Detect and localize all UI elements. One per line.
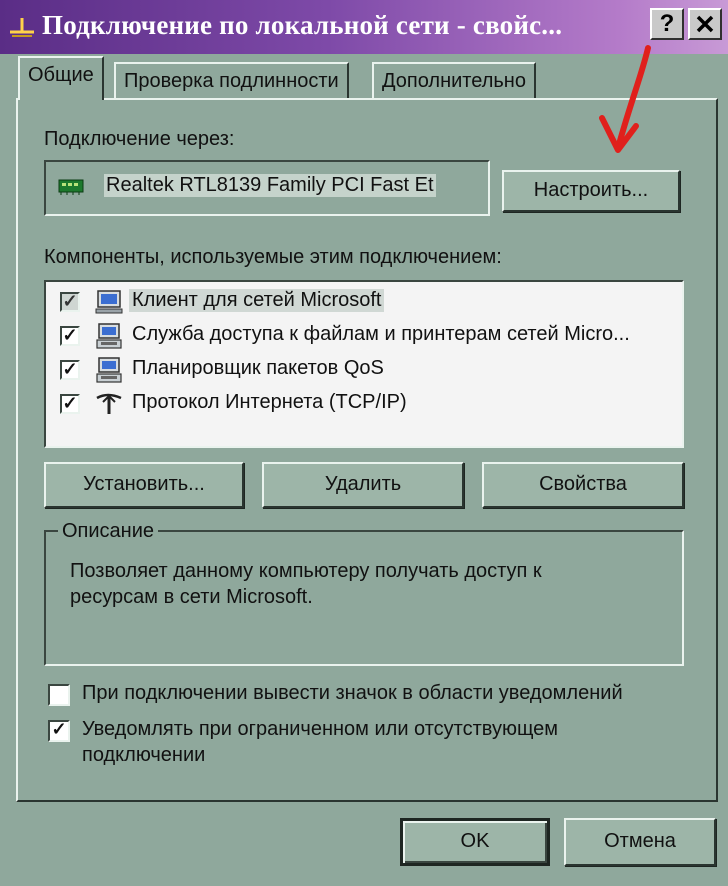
annotation-arrow	[599, 45, 651, 153]
components-label: Компоненты, используемые этим подключени…	[44, 246, 502, 268]
component-checkbox[interactable]: ✓	[60, 326, 80, 346]
notify-label-line-1: Уведомлять при ограниченном или отсутств…	[82, 718, 559, 740]
show-icon-label: При подключении вывести значок в области…	[82, 682, 623, 704]
notify-checkbox[interactable]: ✓	[48, 720, 70, 742]
notify-label-line-2: подключении	[82, 744, 206, 766]
component-checkbox[interactable]: ✓	[60, 360, 80, 380]
close-button[interactable]	[688, 8, 722, 40]
component-label: Протокол Интернета (TCP/IP)	[132, 391, 407, 413]
adapter-name: Realtek RTL8139 Family PCI Fast Et	[104, 174, 436, 197]
network-connection-icon	[10, 18, 34, 37]
description-line-1: Позволяет данному компьютеру получать до…	[70, 560, 542, 582]
file-printer-sharing-icon	[96, 323, 122, 349]
configure-button[interactable]: Настроить...	[502, 170, 680, 212]
cancel-button[interactable]: Отмена	[564, 818, 716, 866]
component-label: Планировщик пакетов QoS	[132, 357, 384, 379]
description-legend: Описание	[58, 520, 159, 543]
help-button[interactable]: ?	[650, 8, 684, 40]
components-list[interactable]: ✓ Клиент для сетей Microsoft ✓ Служба до…	[44, 280, 684, 448]
connect-via-label: Подключение через:	[44, 128, 235, 150]
tab-general[interactable]: Общие	[18, 56, 104, 100]
network-adapter-icon	[58, 179, 84, 195]
ok-button[interactable]: OK	[400, 818, 550, 866]
tab-advanced[interactable]: Дополнительно	[372, 62, 536, 98]
remove-button[interactable]: Удалить	[262, 462, 464, 508]
properties-button[interactable]: Свойства	[482, 462, 684, 508]
component-label: Служба доступа к файлам и принтерам сете…	[132, 323, 630, 345]
component-label: Клиент для сетей Microsoft	[129, 289, 385, 312]
protocol-icon	[96, 393, 122, 414]
component-checkbox[interactable]: ✓	[60, 292, 80, 312]
description-line-2: ресурсам в сети Microsoft.	[70, 586, 313, 608]
adapter-field: Realtek RTL8139 Family PCI Fast Et	[44, 160, 490, 216]
window-title: Подключение по локальной сети - свойс...	[42, 10, 563, 40]
tab-authentication[interactable]: Проверка подлинности	[114, 62, 349, 98]
close-icon	[696, 15, 714, 33]
qos-scheduler-icon	[96, 357, 122, 383]
install-button[interactable]: Установить...	[44, 462, 244, 508]
network-client-icon	[95, 290, 123, 314]
component-checkbox[interactable]: ✓	[60, 394, 80, 414]
show-icon-checkbox[interactable]	[48, 684, 70, 706]
